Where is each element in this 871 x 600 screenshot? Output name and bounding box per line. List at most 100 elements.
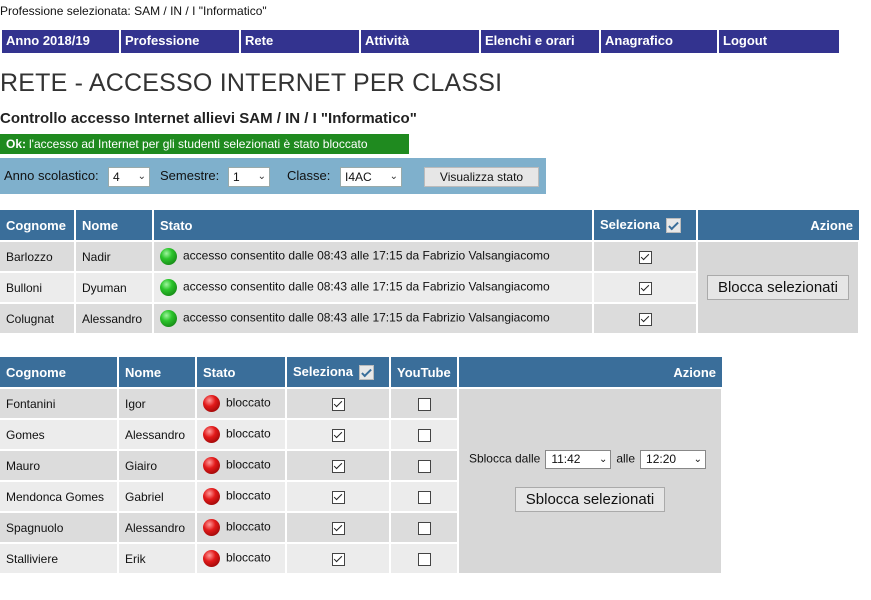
unblock-to-select[interactable]: 12:20 ⌄	[640, 450, 707, 469]
youtube-checkbox[interactable]	[417, 397, 431, 411]
nav-anagrafico[interactable]: Anagrafico	[601, 30, 719, 53]
unblock-to-label: alle	[616, 451, 636, 466]
block-selected-button[interactable]: Blocca selezionati	[706, 275, 850, 300]
youtube-cell	[390, 481, 459, 513]
youtube-checkbox[interactable]	[417, 521, 431, 535]
cognome-cell: Spagnuolo	[0, 512, 119, 544]
col-seleziona-label: Seleziona	[293, 363, 353, 379]
classe-label: Classe:	[287, 168, 331, 183]
nav-professione[interactable]: Professione	[121, 30, 241, 53]
seleziona-cell	[286, 388, 391, 420]
row-checkbox[interactable]	[638, 312, 652, 326]
col-nome: Nome	[75, 210, 154, 242]
classe-select[interactable]: I4AC ⌄	[340, 167, 402, 187]
stato-text: accesso consentito dalle 08:43 alle 17:1…	[183, 310, 550, 325]
semestre-select[interactable]: 1 ⌄	[228, 167, 270, 187]
green-light-icon	[160, 310, 177, 327]
success-banner: Ok: l'accesso ad Internet per gli student…	[0, 134, 409, 154]
youtube-cell	[390, 388, 459, 420]
unblock-to-value: 12:20	[646, 452, 677, 466]
seleziona-cell	[286, 481, 391, 513]
red-light-icon	[203, 395, 220, 412]
cognome-cell: Gomes	[0, 419, 119, 451]
youtube-checkbox[interactable]	[417, 459, 431, 473]
main-nav: Anno 2018/19 Professione Rete Attività E…	[2, 30, 839, 53]
nav-attivita[interactable]: Attività	[361, 30, 481, 53]
table-row: Fontanini Igor bloccato Sblocca dalle 11:…	[0, 388, 723, 575]
row-checkbox[interactable]	[331, 428, 345, 442]
stato-text: accesso consentito dalle 08:43 alle 17:1…	[183, 248, 550, 263]
select-all-checkbox[interactable]	[665, 218, 681, 234]
unblock-from-value: 11:42	[551, 452, 581, 466]
col-azione: Azione	[458, 357, 722, 389]
red-light-icon	[203, 519, 220, 536]
seleziona-cell	[593, 241, 698, 273]
youtube-cell	[390, 450, 459, 482]
youtube-checkbox[interactable]	[417, 490, 431, 504]
unblock-from-select[interactable]: 11:42 ⌄	[545, 450, 612, 469]
allowed-action-cell: Blocca selezionati	[697, 241, 860, 335]
semestre-value: 1	[233, 170, 240, 184]
nome-cell: Dyuman	[75, 272, 154, 304]
row-checkbox[interactable]	[331, 490, 345, 504]
row-checkbox[interactable]	[638, 281, 652, 295]
chevron-down-icon: ⌄	[598, 454, 608, 465]
nome-cell: Giairo	[118, 450, 197, 482]
nome-cell: Alessandro	[118, 419, 197, 451]
stato-cell: accesso consentito dalle 08:43 alle 17:1…	[153, 272, 594, 304]
seleziona-cell	[286, 419, 391, 451]
youtube-checkbox[interactable]	[417, 428, 431, 442]
nome-cell: Igor	[118, 388, 197, 420]
chevron-down-icon: ⌄	[389, 171, 398, 182]
row-checkbox[interactable]	[331, 459, 345, 473]
green-light-icon	[160, 279, 177, 296]
unblock-time-range: Sblocca dalle 11:42 ⌄ alle 12:20 ⌄	[465, 450, 715, 469]
nav-logout[interactable]: Logout	[719, 30, 839, 53]
row-checkbox[interactable]	[638, 250, 652, 264]
cognome-cell: Mauro	[0, 450, 119, 482]
stato-text: bloccato	[226, 457, 271, 472]
stato-text: bloccato	[226, 395, 271, 410]
row-checkbox[interactable]	[331, 397, 345, 411]
chevron-down-icon: ⌄	[693, 454, 703, 465]
stato-cell: bloccato	[196, 419, 287, 451]
green-light-icon	[160, 248, 177, 265]
col-youtube: YouTube	[390, 357, 459, 389]
blocked-students-table: Cognome Nome Stato Seleziona YouTube Azi…	[0, 357, 723, 575]
unblock-selected-button[interactable]: Sblocca selezionati	[514, 487, 666, 512]
profession-info: Professione selezionata: SAM / IN / I "I…	[0, 4, 267, 18]
youtube-cell	[390, 512, 459, 544]
col-nome: Nome	[118, 357, 197, 389]
view-status-button[interactable]: Visualizza stato	[424, 167, 539, 187]
seleziona-cell	[286, 543, 391, 575]
row-checkbox[interactable]	[331, 552, 345, 566]
stato-cell: bloccato	[196, 388, 287, 420]
page-subtitle: Controllo accesso Internet allievi SAM /…	[0, 110, 417, 127]
youtube-cell	[390, 419, 459, 451]
cognome-cell: Colugnat	[0, 303, 76, 335]
unblock-from-label: Sblocca dalle	[468, 451, 541, 466]
cognome-cell: Fontanini	[0, 388, 119, 420]
nav-anno[interactable]: Anno 2018/19	[2, 30, 121, 53]
seleziona-cell	[286, 512, 391, 544]
youtube-checkbox[interactable]	[417, 552, 431, 566]
cognome-cell: Bulloni	[0, 272, 76, 304]
success-message: l'accesso ad Internet per gli studenti s…	[29, 137, 368, 151]
nome-cell: Erik	[118, 543, 197, 575]
cognome-cell: Stalliviere	[0, 543, 119, 575]
anno-select[interactable]: 4 ⌄	[108, 167, 150, 187]
cognome-cell: Barlozzo	[0, 241, 76, 273]
success-prefix: Ok:	[6, 137, 27, 151]
nav-rete[interactable]: Rete	[241, 30, 361, 53]
anno-label: Anno scolastico:	[4, 168, 99, 183]
select-all-checkbox[interactable]	[358, 365, 374, 381]
blocked-action-cell: Sblocca dalle 11:42 ⌄ alle 12:20 ⌄ Sblocca se…	[458, 388, 723, 575]
page-title: RETE - ACCESSO INTERNET PER CLASSI	[0, 69, 503, 97]
stato-cell: accesso consentito dalle 08:43 alle 17:1…	[153, 241, 594, 273]
stato-text: accesso consentito dalle 08:43 alle 17:1…	[183, 279, 550, 294]
row-checkbox[interactable]	[331, 521, 345, 535]
col-stato: Stato	[153, 210, 594, 242]
filter-bar: Anno scolastico: 4 ⌄ Semestre: 1 ⌄ Classe:…	[0, 158, 546, 194]
col-seleziona: Seleziona	[286, 357, 391, 389]
nav-elenchi-orari[interactable]: Elenchi e orari	[481, 30, 601, 53]
